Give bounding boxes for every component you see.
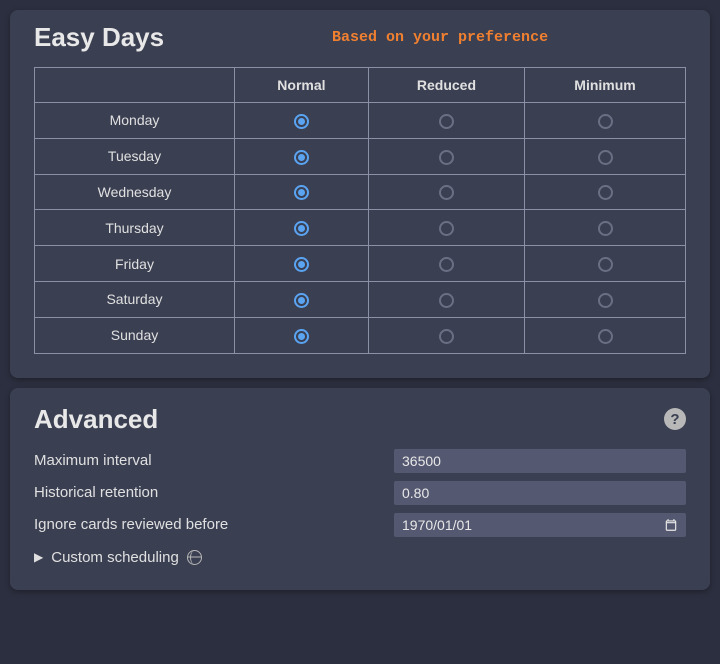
radio-cell	[235, 210, 369, 246]
table-row: Tuesday	[35, 138, 686, 174]
maximum-interval-row: Maximum interval	[34, 449, 686, 473]
radio-button[interactable]	[439, 114, 454, 129]
maximum-interval-label: Maximum interval	[34, 452, 394, 469]
radio-button[interactable]	[294, 293, 309, 308]
radio-button[interactable]	[439, 257, 454, 272]
globe-icon	[187, 550, 202, 565]
advanced-header: Advanced ?	[34, 404, 686, 435]
table-row: Thursday	[35, 210, 686, 246]
radio-button[interactable]	[294, 329, 309, 344]
radio-button[interactable]	[439, 329, 454, 344]
radio-button[interactable]	[439, 185, 454, 200]
radio-button[interactable]	[294, 150, 309, 165]
radio-cell	[368, 174, 524, 210]
radio-button[interactable]	[598, 329, 613, 344]
radio-cell	[235, 103, 369, 139]
table-row: Monday	[35, 103, 686, 139]
col-normal: Normal	[235, 68, 369, 103]
day-label: Monday	[35, 103, 235, 139]
radio-button[interactable]	[294, 185, 309, 200]
ignore-before-input[interactable]: 1970/01/01	[394, 513, 686, 537]
easy-days-title: Easy Days	[34, 22, 164, 53]
radio-cell	[525, 103, 686, 139]
radio-cell	[368, 317, 524, 353]
radio-cell	[235, 317, 369, 353]
day-label: Wednesday	[35, 174, 235, 210]
table-row: Saturday	[35, 281, 686, 317]
radio-cell	[368, 138, 524, 174]
radio-button[interactable]	[439, 221, 454, 236]
col-reduced: Reduced	[368, 68, 524, 103]
easy-days-panel: Easy Days Based on your preference Norma…	[10, 10, 710, 378]
radio-cell	[368, 103, 524, 139]
historical-retention-label: Historical retention	[34, 484, 394, 501]
easy-days-hint: Based on your preference	[194, 29, 686, 46]
table-row: Wednesday	[35, 174, 686, 210]
radio-button[interactable]	[294, 114, 309, 129]
advanced-title: Advanced	[34, 404, 158, 435]
radio-button[interactable]	[598, 114, 613, 129]
radio-button[interactable]	[439, 293, 454, 308]
table-corner	[35, 68, 235, 103]
day-label: Sunday	[35, 317, 235, 353]
day-label: Tuesday	[35, 138, 235, 174]
chevron-right-icon: ▶	[34, 550, 43, 564]
radio-cell	[368, 246, 524, 282]
radio-cell	[525, 174, 686, 210]
calendar-icon	[664, 518, 678, 532]
table-row: Friday	[35, 246, 686, 282]
maximum-interval-input[interactable]	[394, 449, 686, 473]
radio-cell	[235, 246, 369, 282]
col-minimum: Minimum	[525, 68, 686, 103]
radio-cell	[368, 210, 524, 246]
radio-cell	[525, 210, 686, 246]
radio-cell	[235, 138, 369, 174]
historical-retention-input[interactable]	[394, 481, 686, 505]
radio-cell	[525, 317, 686, 353]
radio-button[interactable]	[294, 221, 309, 236]
custom-scheduling-label: Custom scheduling	[51, 549, 179, 566]
easy-days-table: Normal Reduced Minimum MondayTuesdayWedn…	[34, 67, 686, 354]
custom-scheduling-toggle[interactable]: ▶ Custom scheduling	[34, 549, 686, 566]
easy-days-header: Easy Days Based on your preference	[34, 22, 686, 53]
radio-button[interactable]	[598, 257, 613, 272]
radio-cell	[235, 281, 369, 317]
radio-cell	[525, 138, 686, 174]
radio-button[interactable]	[294, 257, 309, 272]
radio-cell	[368, 281, 524, 317]
ignore-before-value: 1970/01/01	[402, 517, 472, 533]
table-row: Sunday	[35, 317, 686, 353]
radio-button[interactable]	[598, 293, 613, 308]
radio-cell	[235, 174, 369, 210]
day-label: Thursday	[35, 210, 235, 246]
radio-button[interactable]	[598, 221, 613, 236]
help-icon[interactable]: ?	[664, 408, 686, 430]
day-label: Saturday	[35, 281, 235, 317]
historical-retention-row: Historical retention	[34, 481, 686, 505]
day-label: Friday	[35, 246, 235, 282]
radio-cell	[525, 246, 686, 282]
radio-button[interactable]	[598, 150, 613, 165]
radio-button[interactable]	[598, 185, 613, 200]
advanced-panel: Advanced ? Maximum interval Historical r…	[10, 388, 710, 590]
ignore-before-label: Ignore cards reviewed before	[34, 516, 394, 533]
radio-cell	[525, 281, 686, 317]
ignore-before-row: Ignore cards reviewed before 1970/01/01	[34, 513, 686, 537]
radio-button[interactable]	[439, 150, 454, 165]
